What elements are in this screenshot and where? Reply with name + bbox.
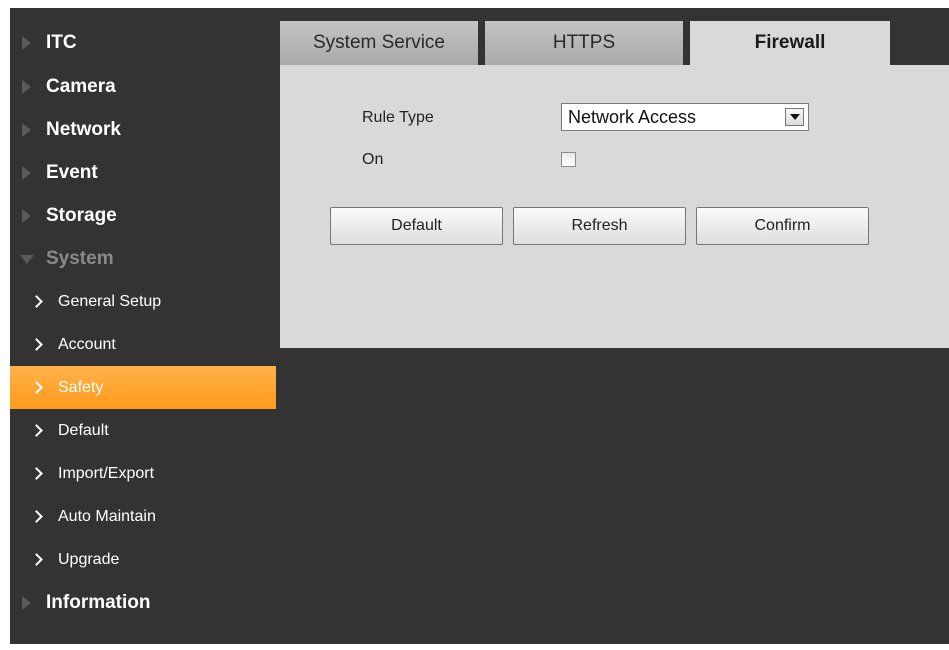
default-button[interactable]: Default bbox=[330, 207, 503, 245]
chevron-right-icon bbox=[30, 423, 43, 437]
sidebar-item-storage[interactable]: Storage bbox=[10, 194, 278, 237]
sidebar-subitem-label: Upgrade bbox=[58, 550, 120, 568]
sidebar: ITC Camera Network Event Storage System … bbox=[10, 20, 278, 624]
chevron-right-icon bbox=[30, 552, 43, 566]
sidebar-item-system[interactable]: System bbox=[10, 237, 278, 280]
sidebar-subitem-label: Safety bbox=[58, 378, 104, 396]
tab-system-service[interactable]: System Service bbox=[280, 21, 478, 65]
sidebar-item-label: System bbox=[46, 247, 114, 269]
chevron-right-icon bbox=[30, 294, 43, 308]
dropdown-arrow-icon[interactable] bbox=[785, 108, 804, 126]
sidebar-item-label: Network bbox=[46, 118, 121, 140]
default-button-label: Default bbox=[391, 217, 442, 234]
sidebar-subitem-label: Import/Export bbox=[58, 464, 155, 482]
sidebar-subitem-upgrade[interactable]: Upgrade bbox=[10, 538, 278, 581]
refresh-button-label: Refresh bbox=[571, 217, 628, 234]
confirm-button-label: Confirm bbox=[754, 217, 811, 234]
left-border bbox=[0, 0, 10, 650]
sidebar-subitem-import-export[interactable]: Import/Export bbox=[10, 452, 278, 495]
sidebar-subitem-auto-maintain[interactable]: Auto Maintain bbox=[10, 495, 278, 538]
chevron-right-icon bbox=[30, 466, 43, 480]
rule-type-select[interactable]: Network Access bbox=[561, 103, 809, 131]
sidebar-subitem-default[interactable]: Default bbox=[10, 409, 278, 452]
tab-label: HTTPS bbox=[552, 32, 616, 53]
sidebar-item-label: Event bbox=[46, 161, 98, 183]
sidebar-subitem-general-setup[interactable]: General Setup bbox=[10, 280, 278, 323]
firewall-panel: Rule Type Network Access On Default Refr… bbox=[280, 65, 949, 348]
collapse-arrow-icon bbox=[20, 254, 34, 264]
sidebar-subitem-safety[interactable]: Safety bbox=[10, 366, 276, 409]
bottom-border bbox=[0, 644, 949, 650]
rule-type-label: Rule Type bbox=[362, 109, 434, 126]
expand-arrow-icon bbox=[22, 35, 31, 50]
sidebar-item-camera[interactable]: Camera bbox=[10, 65, 278, 108]
expand-arrow-icon bbox=[22, 79, 31, 94]
sidebar-item-network[interactable]: Network bbox=[10, 108, 278, 151]
sidebar-item-label: ITC bbox=[46, 31, 77, 53]
rule-type-value: Network Access bbox=[568, 106, 697, 127]
sidebar-subitem-label: General Setup bbox=[58, 292, 162, 310]
expand-arrow-icon bbox=[22, 208, 31, 223]
sidebar-item-itc[interactable]: ITC bbox=[10, 20, 278, 65]
sidebar-item-label: Camera bbox=[46, 75, 116, 97]
expand-arrow-icon bbox=[22, 595, 31, 610]
refresh-button[interactable]: Refresh bbox=[513, 207, 686, 245]
tab-label: System Service bbox=[313, 32, 445, 53]
chevron-right-icon bbox=[30, 380, 43, 394]
chevron-right-icon bbox=[30, 509, 43, 523]
sidebar-item-label: Information bbox=[46, 591, 151, 613]
expand-arrow-icon bbox=[22, 122, 31, 137]
top-border bbox=[0, 0, 949, 8]
tab-firewall[interactable]: Firewall bbox=[690, 21, 890, 65]
sidebar-subitem-account[interactable]: Account bbox=[10, 323, 278, 366]
app-frame: ITC Camera Network Event Storage System … bbox=[0, 0, 949, 650]
sidebar-item-label: Storage bbox=[46, 204, 117, 226]
tab-https[interactable]: HTTPS bbox=[485, 21, 683, 65]
sidebar-subitem-label: Auto Maintain bbox=[58, 507, 156, 525]
sidebar-item-information[interactable]: Information bbox=[10, 581, 278, 624]
confirm-button[interactable]: Confirm bbox=[696, 207, 869, 245]
sidebar-subitem-label: Account bbox=[58, 335, 116, 353]
sidebar-subitem-label: Default bbox=[58, 421, 109, 439]
on-label: On bbox=[362, 151, 384, 168]
on-checkbox[interactable] bbox=[561, 152, 576, 167]
sidebar-item-event[interactable]: Event bbox=[10, 151, 278, 194]
tab-label: Firewall bbox=[754, 32, 826, 53]
chevron-right-icon bbox=[30, 337, 43, 351]
expand-arrow-icon bbox=[22, 165, 31, 180]
